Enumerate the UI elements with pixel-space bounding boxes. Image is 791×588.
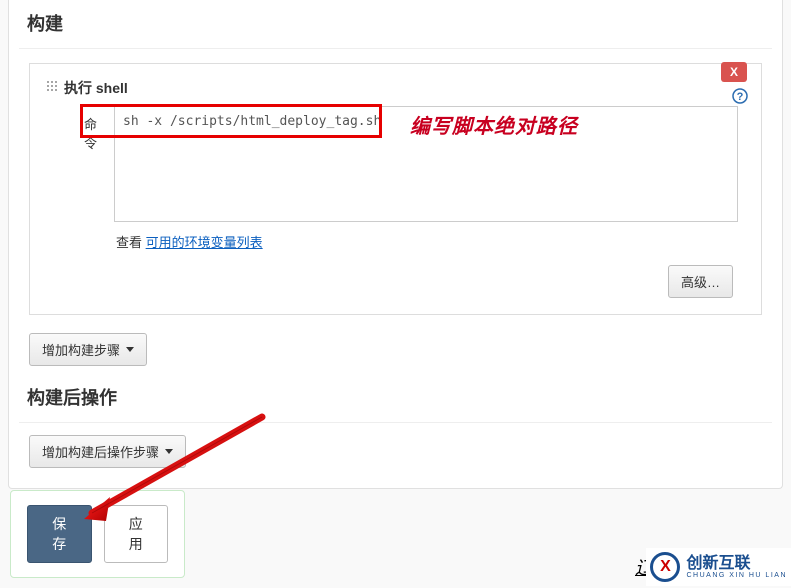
env-vars-link[interactable]: 可用的环境变量列表 — [146, 235, 263, 250]
block-header-label: 执行 shell — [64, 80, 128, 96]
logo-cn-text: 创新互联 — [686, 556, 787, 572]
drag-handle-icon[interactable] — [46, 80, 58, 92]
see-env-vars: 查看 可用的环境变量列表 — [116, 232, 745, 251]
command-label: 命令 — [84, 106, 114, 222]
build-section-title: 构建 — [19, 0, 772, 49]
brand-logo: X 创新互联 CHUANG XIN HU LIAN — [646, 548, 791, 586]
advanced-button[interactable]: 高级… — [668, 265, 733, 298]
add-post-build-step-button[interactable]: 增加构建后操作步骤 — [29, 435, 186, 468]
apply-button[interactable]: 应用 — [104, 505, 169, 563]
chevron-down-icon — [165, 449, 173, 454]
save-button[interactable]: 保存 — [27, 505, 92, 563]
advanced-label: 高级… — [681, 272, 720, 291]
action-bar: 保存 应用 — [10, 490, 185, 578]
block-header: 执行 shell — [46, 74, 745, 106]
logo-icon: X — [650, 552, 680, 582]
add-build-step-label: 增加构建步骤 — [42, 340, 120, 359]
post-build-section-title: 构建后操作 — [19, 374, 772, 423]
logo-en-text: CHUANG XIN HU LIAN — [686, 572, 787, 579]
chevron-down-icon — [126, 347, 134, 352]
see-prefix: 查看 — [116, 235, 146, 250]
add-build-step-button[interactable]: 增加构建步骤 — [29, 333, 147, 366]
execute-shell-block: X ? 执行 shell 编写脚本绝对路径 命令 sh -x /scripts/… — [29, 63, 762, 315]
add-post-build-step-label: 增加构建后操作步骤 — [42, 442, 159, 461]
annotation-text: 编写脚本绝对路径 — [410, 110, 578, 139]
